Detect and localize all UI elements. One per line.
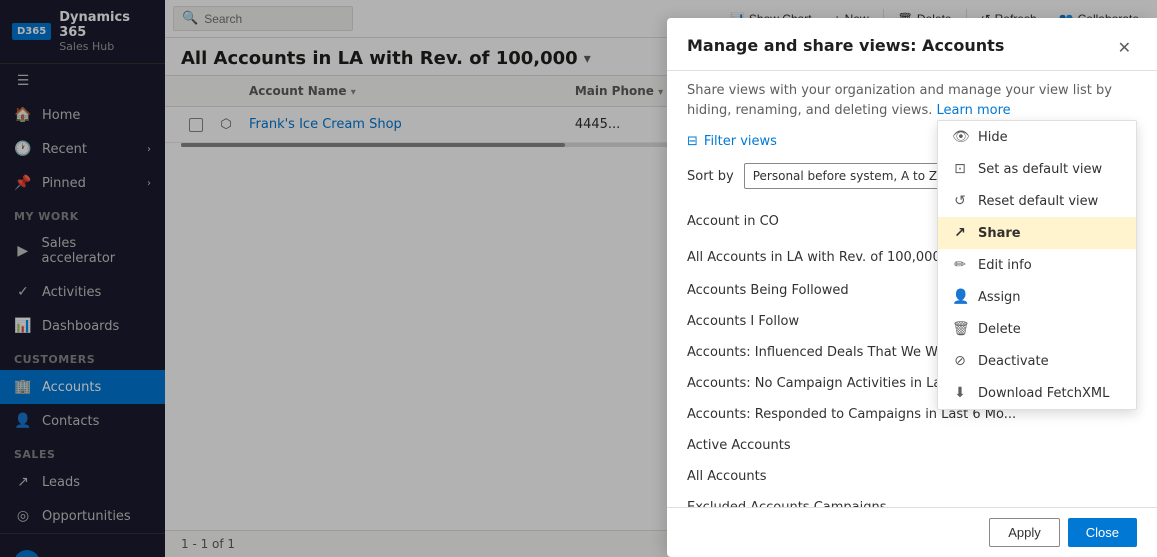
context-menu-item-assign[interactable]: 👤 Assign	[938, 281, 1136, 313]
download-fetchxml-icon: ⬇	[952, 385, 968, 401]
context-menu-item-reset-default[interactable]: ↺ Reset default view	[938, 185, 1136, 217]
context-menu-item-deactivate[interactable]: ⊘ Deactivate	[938, 345, 1136, 377]
reset-default-label: Reset default view	[978, 194, 1098, 209]
apply-button[interactable]: Apply	[989, 518, 1060, 547]
reset-default-icon: ↺	[952, 193, 968, 209]
deactivate-icon: ⊘	[952, 353, 968, 369]
view-item-all-accounts[interactable]: All Accounts	[667, 461, 1157, 492]
hide-label: Hide	[978, 130, 1008, 145]
learn-more-link[interactable]: Learn more	[937, 103, 1011, 118]
view-name-active-accounts: Active Accounts	[687, 438, 1137, 453]
view-name-excluded-campaigns: Excluded Accounts Campaigns	[687, 500, 1137, 507]
filter-icon: ⊟	[687, 134, 698, 149]
delete-icon: 🗑	[952, 321, 968, 337]
delete-label: Delete	[978, 322, 1021, 337]
context-menu-item-edit-info[interactable]: ✏ Edit info	[938, 249, 1136, 281]
view-name-all-accounts: All Accounts	[687, 469, 1137, 484]
download-fetchxml-label: Download FetchXML	[978, 386, 1109, 401]
deactivate-label: Deactivate	[978, 354, 1049, 369]
context-menu: 👁 Hide ⊡ Set as default view ↺ Reset default …	[937, 120, 1137, 410]
modal-title: Manage and share views: Accounts	[687, 36, 1004, 55]
set-default-icon: ⊡	[952, 161, 968, 177]
sort-value: Personal before system, A to Z	[753, 169, 937, 183]
assign-label: Assign	[978, 290, 1021, 305]
close-button[interactable]: Close	[1068, 518, 1137, 547]
context-menu-item-download-fetchxml[interactable]: ⬇ Download FetchXML	[938, 377, 1136, 409]
edit-info-label: Edit info	[978, 258, 1032, 273]
modal-desc-text: Share views with your organization and m…	[687, 83, 1112, 118]
hide-icon: 👁	[952, 129, 968, 145]
modal-footer: Apply Close	[667, 507, 1157, 557]
assign-icon: 👤	[952, 289, 968, 305]
context-menu-item-set-default[interactable]: ⊡ Set as default view	[938, 153, 1136, 185]
context-menu-item-hide[interactable]: 👁 Hide	[938, 121, 1136, 153]
view-item-excluded-campaigns[interactable]: Excluded Accounts Campaigns	[667, 492, 1157, 507]
modal-header: Manage and share views: Accounts ✕	[667, 18, 1157, 71]
filter-views-label: Filter views	[704, 134, 777, 149]
context-menu-item-share[interactable]: ↗ Share	[938, 217, 1136, 249]
set-default-label: Set as default view	[978, 162, 1102, 177]
sort-label: Sort by	[687, 169, 734, 184]
share-icon: ↗	[952, 225, 968, 241]
modal-close-button[interactable]: ✕	[1112, 36, 1137, 60]
context-menu-item-delete[interactable]: 🗑 Delete	[938, 313, 1136, 345]
edit-info-icon: ✏	[952, 257, 968, 273]
view-item-active-accounts[interactable]: Active Accounts	[667, 430, 1157, 461]
share-label: Share	[978, 226, 1021, 241]
